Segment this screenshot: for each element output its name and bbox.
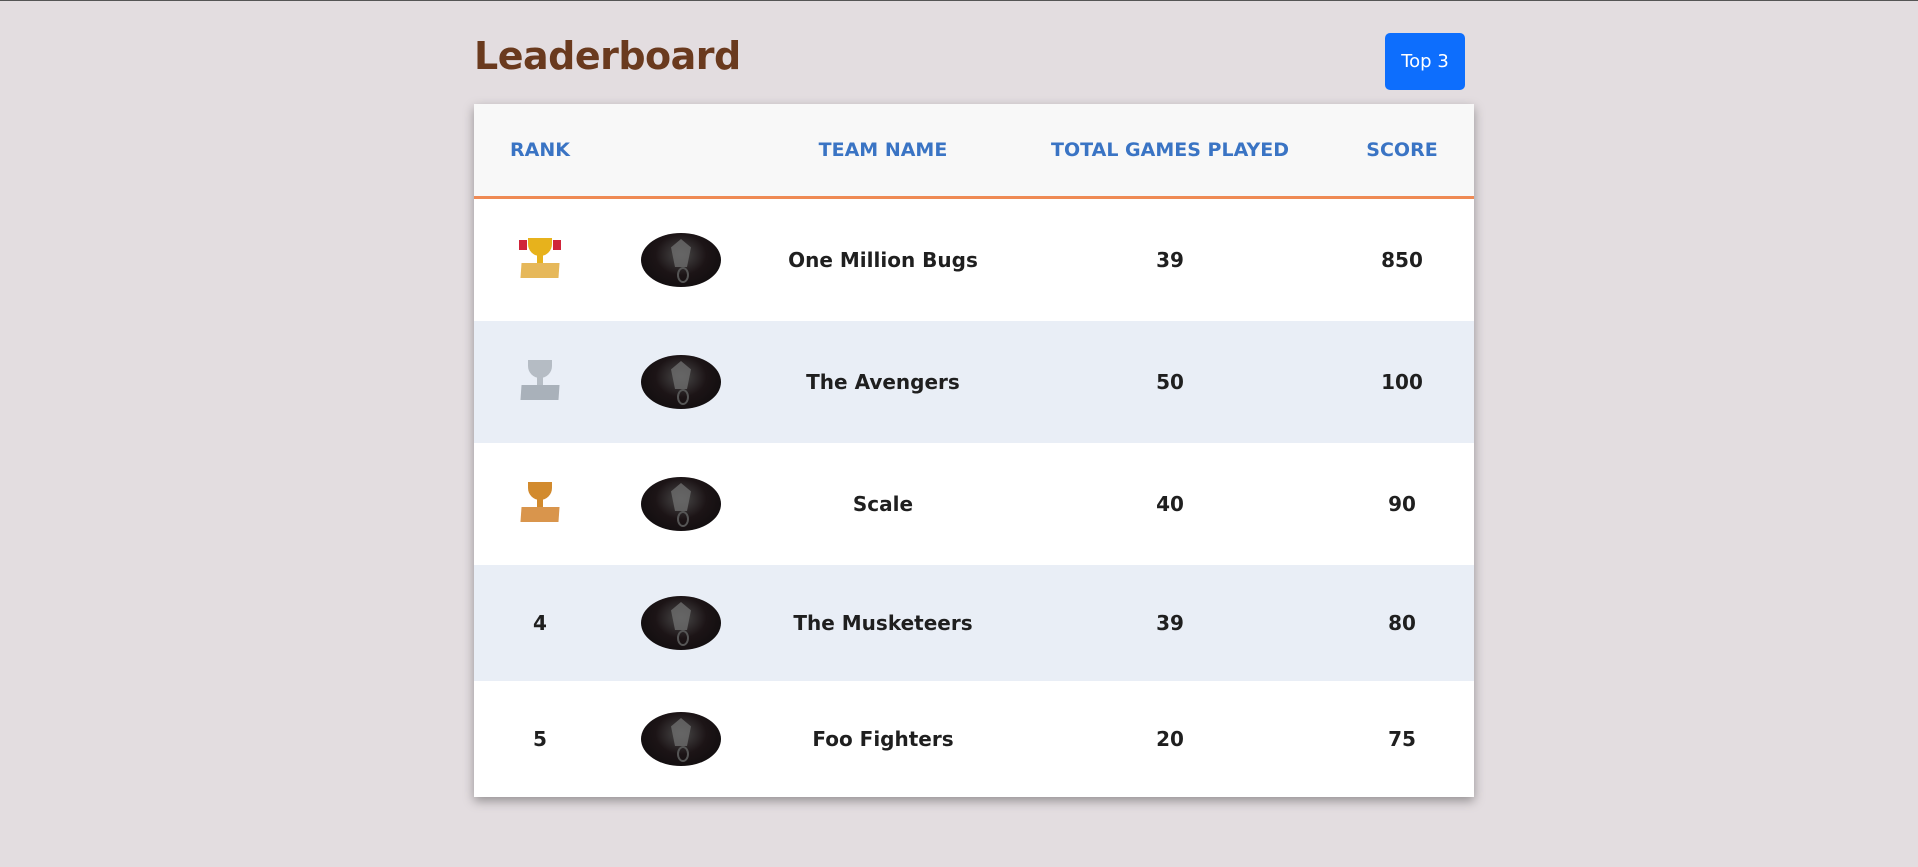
score-cell: 75	[1388, 727, 1416, 751]
logo-cell	[606, 233, 756, 287]
leaderboard-header: Leaderboard Top 3	[474, 0, 1474, 104]
page-title: Leaderboard	[474, 34, 741, 78]
team-name-cell: The Musketeers	[793, 611, 973, 635]
table-row[interactable]: The Avengers 50 100	[474, 321, 1474, 443]
gold-trophy-icon	[517, 236, 563, 280]
games-played-cell: 39	[1156, 248, 1184, 272]
games-played-cell: 50	[1156, 370, 1184, 394]
table-row[interactable]: One Million Bugs 39 850	[474, 199, 1474, 321]
dragon-logo-icon	[641, 712, 721, 766]
column-header-team-name[interactable]: TEAM NAME	[756, 139, 1010, 161]
logo-cell	[606, 712, 756, 766]
team-name-cell: One Million Bugs	[788, 248, 978, 272]
dragon-logo-icon	[641, 477, 721, 531]
table-row[interactable]: Scale 40 90	[474, 443, 1474, 565]
leaderboard-table: RANK TEAM NAME TOTAL GAMES PLAYED SCORE …	[474, 104, 1474, 797]
score-cell: 80	[1388, 611, 1416, 635]
games-played-cell: 39	[1156, 611, 1184, 635]
logo-cell	[606, 596, 756, 650]
rank-cell: 4	[533, 611, 547, 635]
score-cell: 100	[1381, 370, 1423, 394]
table-row[interactable]: 5 Foo Fighters 20 75	[474, 681, 1474, 797]
table-header: RANK TEAM NAME TOTAL GAMES PLAYED SCORE	[474, 104, 1474, 199]
leaderboard-container: Leaderboard Top 3 RANK TEAM NAME TOTAL G…	[474, 0, 1474, 797]
dragon-logo-icon	[641, 355, 721, 409]
games-played-cell: 40	[1156, 492, 1184, 516]
bronze-trophy-icon	[517, 480, 563, 524]
score-cell: 90	[1388, 492, 1416, 516]
table-body: One Million Bugs 39 850 The Avengers 50 …	[474, 199, 1474, 797]
top-3-button[interactable]: Top 3	[1385, 33, 1465, 90]
dragon-logo-icon	[641, 233, 721, 287]
rank-cell	[474, 358, 606, 407]
score-cell: 850	[1381, 248, 1423, 272]
rank-cell: 5	[533, 727, 547, 751]
logo-cell	[606, 477, 756, 531]
silver-trophy-icon	[517, 358, 563, 402]
rank-cell	[474, 236, 606, 285]
dragon-logo-icon	[641, 596, 721, 650]
team-name-cell: Foo Fighters	[812, 727, 954, 751]
table-row[interactable]: 4 The Musketeers 39 80	[474, 565, 1474, 681]
column-header-total-games[interactable]: TOTAL GAMES PLAYED	[1010, 139, 1330, 161]
games-played-cell: 20	[1156, 727, 1184, 751]
column-header-rank[interactable]: RANK	[474, 139, 606, 161]
team-name-cell: Scale	[852, 492, 914, 516]
logo-cell	[606, 355, 756, 409]
rank-cell	[474, 480, 606, 529]
team-name-cell: The Avengers	[806, 370, 960, 394]
column-header-score[interactable]: SCORE	[1330, 139, 1474, 161]
